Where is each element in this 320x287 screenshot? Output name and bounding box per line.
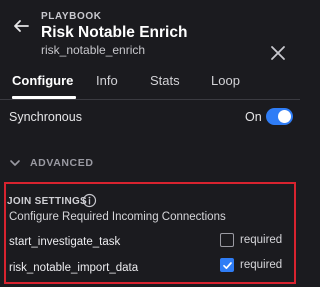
required-checkbox-risk-notable-import-data[interactable] — [220, 258, 234, 272]
page-title: Risk Notable Enrich — [41, 24, 188, 41]
info-icon[interactable] — [82, 193, 97, 208]
playbook-panel: PLAYBOOK Risk Notable Enrich risk_notabl… — [0, 0, 300, 287]
tab-stats[interactable]: Stats — [150, 73, 180, 88]
tab-loop[interactable]: Loop — [211, 73, 240, 88]
arrow-left-icon[interactable] — [12, 18, 30, 34]
checkmark-icon — [222, 261, 232, 269]
synchronous-label: Synchronous — [9, 110, 82, 124]
close-icon[interactable] — [269, 44, 287, 62]
chevron-down-icon[interactable] — [9, 158, 21, 168]
synchronous-state: On — [245, 110, 262, 124]
required-label[interactable]: required — [240, 259, 282, 271]
panel-eyebrow: PLAYBOOK — [41, 11, 102, 22]
connection-name: start_investigate_task — [9, 236, 121, 248]
toggle-knob — [278, 110, 291, 123]
page-subtitle: risk_notable_enrich — [41, 43, 146, 57]
synchronous-toggle[interactable] — [266, 108, 293, 125]
required-checkbox-start-investigate-task[interactable] — [220, 233, 234, 247]
connection-name: risk_notable_import_data — [9, 262, 139, 274]
tab-info[interactable]: Info — [96, 73, 118, 88]
required-label[interactable]: required — [240, 234, 282, 246]
active-tab-indicator — [12, 96, 76, 99]
join-settings-description: Configure Required Incoming Connections — [9, 211, 226, 223]
advanced-section-toggle[interactable]: ADVANCED — [30, 157, 94, 169]
join-settings-title: JOIN SETTINGS — [7, 196, 88, 207]
tab-bar: Configure Info Stats Loop — [0, 64, 300, 100]
tab-configure[interactable]: Configure — [12, 73, 73, 88]
